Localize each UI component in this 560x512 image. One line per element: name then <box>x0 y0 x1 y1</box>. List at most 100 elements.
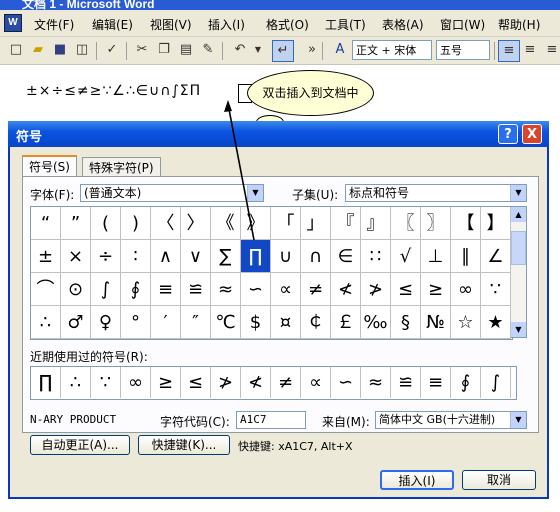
menu-format[interactable]: 格式(O) <box>266 16 309 33</box>
shortcut-key-button[interactable]: 快捷键(K)... <box>138 435 230 455</box>
symbol-cell[interactable]: ∨ <box>181 240 211 273</box>
copy-icon[interactable]: ❐ <box>156 42 172 58</box>
symbol-cell[interactable]: $ <box>241 306 271 339</box>
symbol-cell[interactable]: ￡ <box>331 306 361 339</box>
recent-symbol-cell[interactable]: ∫ <box>481 367 511 398</box>
menu-file[interactable]: 文件(F) <box>34 16 74 33</box>
symbol-cell[interactable]: ) <box>121 207 151 240</box>
recent-symbol-cell[interactable]: ≤ <box>181 367 211 398</box>
style-select[interactable]: 正文 + 宋体 <box>352 40 432 60</box>
spelling-icon[interactable]: ✓ <box>104 42 120 58</box>
symbol-cell[interactable]: ∏ <box>241 240 271 273</box>
symbol-cell[interactable]: 〉 <box>181 207 211 240</box>
symbol-cell[interactable]: ± <box>31 240 61 273</box>
symbol-cell[interactable]: ∈ <box>331 240 361 273</box>
symbol-cell[interactable]: ∵ <box>481 273 511 306</box>
open-folder-icon[interactable]: ▰ <box>30 42 46 58</box>
menu-window[interactable]: 窗口(W) <box>440 16 485 33</box>
symbol-cell[interactable]: ∮ <box>121 273 151 306</box>
recent-symbol-cell[interactable]: ∴ <box>61 367 91 398</box>
font-size-select[interactable]: 五号 <box>436 40 490 60</box>
chevron-down-icon[interactable]: ▼ <box>510 185 526 201</box>
symbol-cell[interactable]: ∝ <box>271 273 301 306</box>
symbol-cell[interactable]: 》 <box>241 207 271 240</box>
cancel-button[interactable]: 取消 <box>462 470 536 490</box>
recent-symbol-cell[interactable]: ≥ <box>151 367 181 398</box>
symbol-cell[interactable]: ″ <box>181 306 211 339</box>
symbol-cell[interactable]: ⊥ <box>421 240 451 273</box>
symbol-cell[interactable]: ° <box>121 306 151 339</box>
symbol-cell[interactable]: ∩ <box>301 240 331 273</box>
symbol-cell[interactable]: 〗 <box>421 207 451 240</box>
symbol-cell[interactable]: ≥ <box>421 273 451 306</box>
recent-symbol-cell[interactable]: ≮ <box>241 367 271 398</box>
symbol-cell[interactable]: § <box>391 306 421 339</box>
symbol-cell[interactable]: ≌ <box>181 273 211 306</box>
scroll-thumb[interactable] <box>511 231 526 265</box>
chevron-down-icon[interactable]: ▼ <box>510 412 526 428</box>
symbol-cell[interactable]: √ <box>391 240 421 273</box>
symbol-cell[interactable]: ⊙ <box>61 273 91 306</box>
permission-icon[interactable]: ◫ <box>74 42 90 58</box>
symbol-cell[interactable]: ( <box>91 207 121 240</box>
symbol-grid-scrollbar[interactable]: ▲ ▼ <box>511 206 527 338</box>
word-document-icon[interactable]: W <box>4 14 22 32</box>
recent-symbol-cell[interactable]: ≈ <box>361 367 391 398</box>
toolbar-overflow-icon[interactable]: » <box>304 42 320 58</box>
align-center-icon[interactable]: ≡ <box>522 42 538 58</box>
undo-dropdown-icon[interactable]: ▼ <box>250 42 266 58</box>
charcode-input[interactable]: A1C7 <box>236 411 306 429</box>
recent-symbol-cell[interactable]: ∮ <box>451 367 481 398</box>
recent-symbol-cell[interactable]: ∏ <box>31 367 61 398</box>
recent-symbol-cell[interactable]: ∵ <box>91 367 121 398</box>
symbol-cell[interactable]: ℃ <box>211 306 241 339</box>
symbol-cell[interactable]: “ <box>31 207 61 240</box>
symbol-cell[interactable]: 《 <box>211 207 241 240</box>
menu-view[interactable]: 视图(V) <box>150 16 192 33</box>
align-right-icon[interactable]: ≡ <box>544 42 560 58</box>
symbol-cell[interactable]: ∠ <box>481 240 511 273</box>
symbol-cell[interactable]: ≯ <box>361 273 391 306</box>
symbol-cell[interactable]: ≈ <box>211 273 241 306</box>
symbol-cell[interactable]: 」 <box>301 207 331 240</box>
menu-table[interactable]: 表格(A) <box>382 16 424 33</box>
recent-symbol-cell[interactable]: ∽ <box>331 367 361 398</box>
symbol-cell[interactable]: ÷ <box>91 240 121 273</box>
recent-symbol-cell[interactable]: ≯ <box>211 367 241 398</box>
chevron-down-icon[interactable]: ▼ <box>247 185 263 201</box>
styles-pane-icon[interactable]: A <box>332 42 348 58</box>
menu-tools[interactable]: 工具(T) <box>325 16 366 33</box>
symbol-cell[interactable]: ♂ <box>61 306 91 339</box>
symbol-cell[interactable]: ★ <box>481 306 511 339</box>
symbol-cell[interactable]: 』 <box>361 207 391 240</box>
save-icon[interactable]: ■ <box>52 42 68 58</box>
tab-symbols[interactable]: 符号(S) <box>22 155 77 178</box>
menu-insert[interactable]: 插入(I) <box>208 16 245 33</box>
autocorrect-button[interactable]: 自动更正(A)... <box>30 435 130 455</box>
paste-icon[interactable]: ▤ <box>178 42 194 58</box>
symbol-cell[interactable]: ≠ <box>301 273 331 306</box>
subset-select[interactable]: 标点和符号 ▼ <box>345 184 527 202</box>
recent-symbol-cell[interactable]: ≌ <box>391 367 421 398</box>
symbol-cell[interactable]: ￠ <box>301 306 331 339</box>
help-button[interactable]: ? <box>498 124 518 144</box>
menu-edit[interactable]: 编辑(E) <box>92 16 133 33</box>
symbol-cell[interactable]: ” <box>61 207 91 240</box>
symbol-cell[interactable]: ‰ <box>361 306 391 339</box>
symbol-cell[interactable]: ¤ <box>271 306 301 339</box>
menu-help[interactable]: 帮助(H) <box>498 16 540 33</box>
symbol-cell[interactable]: ∑ <box>211 240 241 273</box>
recent-symbol-cell[interactable]: ≡ <box>421 367 451 398</box>
symbol-cell[interactable]: 〖 <box>391 207 421 240</box>
symbol-cell[interactable]: № <box>421 306 451 339</box>
close-button[interactable]: X <box>522 124 542 144</box>
symbol-cell[interactable]: ≤ <box>391 273 421 306</box>
symbol-cell[interactable]: ☆ <box>451 306 481 339</box>
show-formatting-icon[interactable]: ↵ <box>272 40 294 62</box>
from-select[interactable]: 简体中文 GB(十六进制) ▼ <box>375 411 527 429</box>
symbol-cell[interactable]: ≮ <box>331 273 361 306</box>
symbol-cell[interactable]: 『 <box>331 207 361 240</box>
symbol-cell[interactable]: 】 <box>481 207 511 240</box>
symbol-cell[interactable]: ∪ <box>271 240 301 273</box>
symbol-cell[interactable]: ∞ <box>451 273 481 306</box>
